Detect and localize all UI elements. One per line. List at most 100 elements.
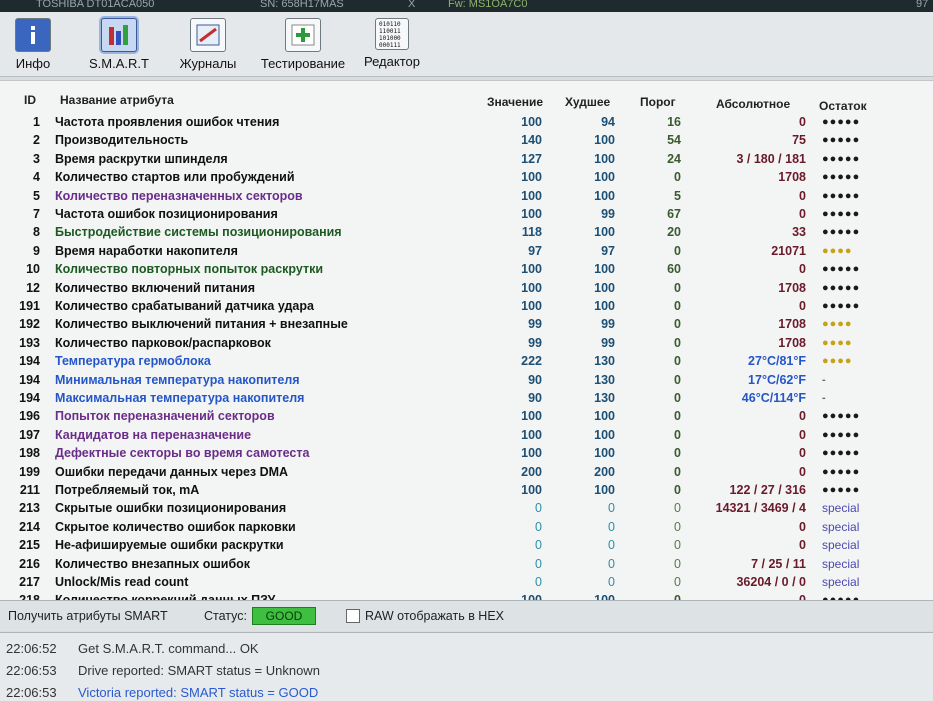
table-row[interactable]: 214 Скрытое количество ошибок парковки 0 0 0… (0, 518, 933, 536)
tab-editor[interactable]: 010110 110011 101000 000111 Редактор (346, 18, 438, 74)
attr-remaining: ●●●●● (822, 300, 861, 312)
table-row[interactable]: 2 Производительность 140 100 54 75 ●●●●● (0, 131, 933, 149)
attr-value: 100 (521, 115, 542, 129)
table-row[interactable]: 8 Быстродействие системы позиционирования… (0, 223, 933, 241)
attr-remaining: ●●●● (822, 336, 853, 349)
attr-raw: 1708 (778, 317, 806, 332)
attr-threshold: 5 (674, 188, 681, 203)
attr-remaining: ●●●●● (822, 281, 861, 294)
attr-name: Кандидатов на переназначение (55, 427, 252, 442)
attr-worst: 97 (601, 243, 615, 258)
table-row[interactable]: 197 Кандидатов на переназначение 100 100 0 0 ●… (0, 426, 933, 444)
table-row[interactable]: 217 Unlock/Mis read count 0 0 0 36204 / 0 / 0… (0, 573, 933, 591)
table-row[interactable]: 191 Количество срабатываний датчика удара… (0, 297, 933, 315)
col-header-remaining[interactable]: Остаток (819, 99, 867, 113)
attr-id: 9 (33, 243, 40, 258)
attr-raw: 33 (792, 225, 806, 240)
attr-remaining: ●●●●● (822, 226, 861, 239)
medical-cross-icon (285, 18, 321, 52)
attr-value: 222 (521, 354, 542, 369)
attr-id: 197 (19, 427, 40, 442)
col-header-value[interactable]: Значение (487, 95, 543, 109)
table-row[interactable]: 216 Количество внезапных ошибок 0 0 0 7 / 25 … (0, 555, 933, 573)
attr-worst: 100 (594, 262, 615, 277)
table-row[interactable]: 215 Не-афишируемые ошибки раскрутки 0 0 0 0 sp… (0, 536, 933, 554)
col-header-id[interactable]: ID (24, 93, 36, 107)
attr-remaining: ●●●●● (822, 428, 861, 441)
attr-worst: 0 (608, 519, 615, 534)
attr-worst: 0 (608, 575, 615, 589)
close-x[interactable]: X (408, 0, 415, 10)
attr-worst: 130 (594, 354, 615, 369)
attr-threshold: 0 (674, 409, 681, 424)
table-row[interactable]: 1 Частота проявления ошибок чтения 100 94 16… (0, 113, 933, 131)
attr-id: 199 (19, 464, 40, 479)
attr-value: 0 (535, 501, 542, 516)
attr-id: 4 (33, 170, 40, 185)
tab-info[interactable]: Инфо (0, 18, 79, 74)
attr-worst: 0 (608, 501, 615, 516)
col-header-threshold[interactable]: Порог (640, 95, 676, 109)
tab-testing[interactable]: Тестирование (256, 18, 350, 74)
table-row[interactable]: 213 Скрытые ошибки позиционирования 0 0 0 143… (0, 499, 933, 517)
tab-smart[interactable]: S.M.A.R.T (73, 18, 165, 74)
attr-remaining: - (822, 392, 827, 404)
attr-remaining: ●●●●● (822, 263, 861, 276)
table-row[interactable]: 12 Количество включений питания 100 100 0 170… (0, 279, 933, 297)
hex-checkbox[interactable] (346, 609, 360, 623)
attr-threshold: 60 (667, 262, 681, 277)
table-row[interactable]: 194 Минимальная температура накопителя 90 1… (0, 371, 933, 389)
attr-raw: 14321 / 3469 / 4 (715, 501, 806, 516)
attr-name: Потребляемый ток, mA (55, 483, 200, 497)
attr-value: 100 (521, 409, 542, 424)
attr-name: Быстродействие системы позиционирования (55, 225, 342, 240)
table-row[interactable]: 7 Частота ошибок позиционирования 100 99 67 0… (0, 205, 933, 223)
attr-raw: 0 (799, 446, 806, 461)
attr-remaining: ●●●●● (822, 116, 861, 128)
col-header-raw[interactable]: Абсолютное (716, 97, 790, 111)
attr-raw: 0 (799, 538, 806, 553)
table-row[interactable]: 198 Дефектные секторы во время самотеста 1… (0, 444, 933, 462)
attr-id: 196 (19, 409, 40, 424)
table-row[interactable]: 4 Количество стартов или пробуждений 100 10… (0, 168, 933, 186)
attr-threshold: 0 (674, 538, 681, 553)
attr-threshold: 0 (674, 427, 681, 442)
table-row[interactable]: 10 Количество повторных попыток раскрутки… (0, 260, 933, 278)
attr-id: 5 (33, 188, 40, 203)
table-row[interactable]: 5 Количество переназначенных секторов 100 1… (0, 187, 933, 205)
attr-worst: 100 (594, 483, 615, 497)
attr-threshold: 0 (674, 335, 681, 350)
tab-journals[interactable]: Журналы (162, 18, 254, 74)
table-row[interactable]: 192 Количество выключений питания + внеза… (0, 315, 933, 333)
table-row[interactable]: 211 Потребляемый ток, mA 100 100 0 122 / 27 /… (0, 481, 933, 499)
table-row[interactable]: 194 Максимальная температура накопителя 90… (0, 389, 933, 407)
attr-value: 0 (535, 556, 542, 571)
table-row[interactable]: 196 Попыток переназначений секторов 100 100… (0, 407, 933, 425)
attr-remaining: ●●●● (822, 318, 853, 331)
table-row[interactable]: 193 Количество парковок/распарковок 99 99 0 1… (0, 334, 933, 352)
journal-icon (190, 18, 226, 52)
table-row[interactable]: 194 Температура гермоблока 222 130 0 27°C/81°… (0, 352, 933, 370)
log-line: 22:06:53 Victoria reported: SMART status … (6, 685, 319, 700)
attr-id: 3 (33, 151, 40, 166)
col-header-name[interactable]: Название атрибута (60, 93, 174, 107)
table-row[interactable]: 199 Ошибки передачи данных через DMA 200 20… (0, 463, 933, 481)
attr-id: 194 (19, 354, 40, 369)
table-row[interactable]: 9 Время наработки накопителя 97 97 0 21071 ●●●… (0, 242, 933, 260)
attr-name: Ошибки передачи данных через DMA (55, 464, 289, 479)
attr-remaining: special (822, 556, 860, 571)
attr-raw: 46°C/114°F (741, 391, 806, 405)
attr-id: 191 (19, 299, 40, 313)
attr-worst: 99 (601, 317, 615, 332)
attr-value: 100 (521, 299, 542, 313)
attr-remaining: - (822, 373, 827, 386)
attr-threshold: 0 (674, 299, 681, 313)
get-smart-button[interactable]: Получить атрибуты SMART (8, 609, 168, 623)
attr-threshold: 0 (674, 170, 681, 185)
attr-worst: 0 (608, 556, 615, 571)
attr-threshold: 16 (667, 115, 681, 129)
attr-id: 216 (19, 556, 40, 571)
col-header-worst[interactable]: Худшее (565, 95, 610, 109)
attr-threshold: 0 (674, 391, 681, 405)
table-row[interactable]: 3 Время раскрутки шпинделя 127 100 24 3 / 180… (0, 150, 933, 168)
